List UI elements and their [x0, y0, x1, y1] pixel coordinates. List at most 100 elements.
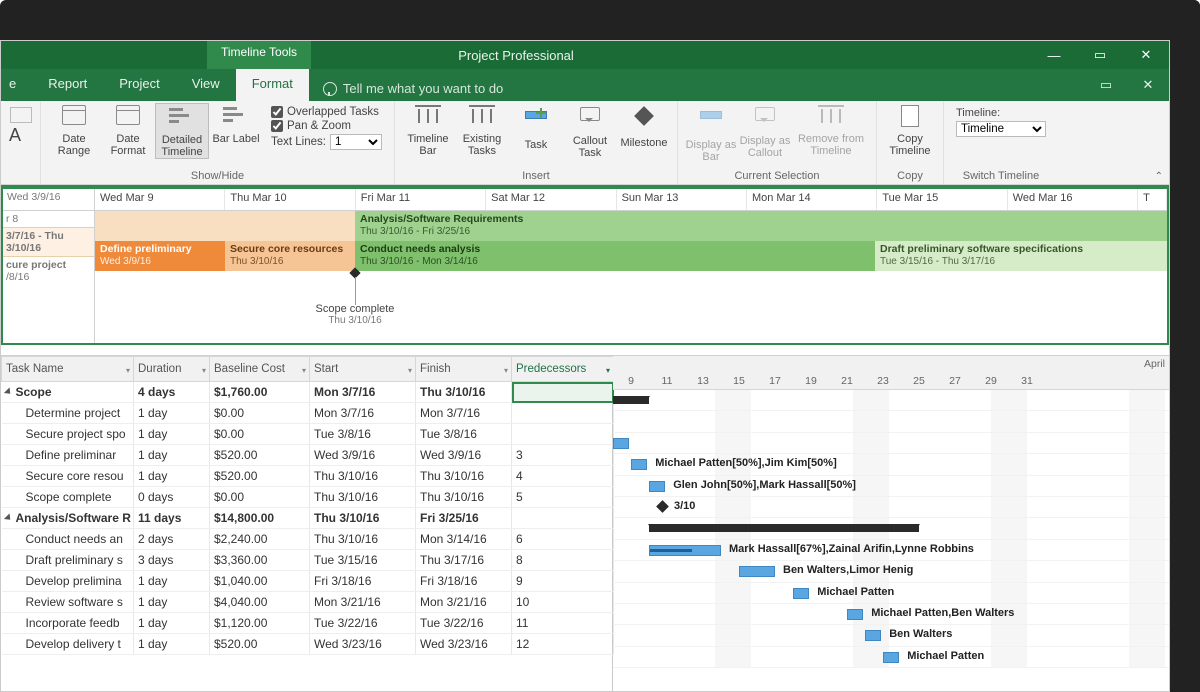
gantt-bar-label: Michael Patten[50%],Jim Kim[50%] [655, 457, 837, 469]
timeline-date-header: Wed Mar 9Thu Mar 10Fri Mar 11Sat Mar 12S… [95, 189, 1167, 211]
gantt-row[interactable] [613, 411, 1169, 432]
timeline-block-analysis[interactable]: Analysis/Software RequirementsThu 3/10/1… [355, 211, 1167, 241]
col-predecessors[interactable]: Predecessors▾ [512, 357, 614, 382]
gantt-row[interactable]: 3/10 [613, 497, 1169, 518]
table-row[interactable]: Review software s1 day$4,040.00Mon 3/21/… [2, 592, 614, 613]
table-row[interactable]: Determine project1 day$0.00Mon 3/7/16Mon… [2, 403, 614, 424]
gantt-row[interactable]: Michael Patten[50%],Jim Kim[50%] [613, 454, 1169, 475]
timeline-left-pane: Wed 3/9/16 r 8 3/7/16 - Thu 3/10/16 cure… [3, 189, 95, 343]
timeline-left-partial4: /8/16 [6, 271, 91, 283]
table-row[interactable]: Conduct needs an2 days$2,240.00Thu 3/10/… [2, 529, 614, 550]
gantt-bar-label: Michael Patten [907, 650, 984, 662]
bar-label-button[interactable]: Bar Label [209, 103, 263, 145]
gantt-row[interactable]: Glen John[50%],Mark Hassall[50%] [613, 476, 1169, 497]
copy-timeline-button[interactable]: Copy Timeline [883, 103, 937, 157]
milestone-marker-icon[interactable] [656, 500, 669, 513]
pan-zoom-checkbox[interactable]: Pan & Zoom [271, 119, 382, 133]
ribbon-group-showhide: Date Range Date Format Detailed Timeline… [41, 101, 395, 184]
col-task-name[interactable]: Task Name▾ [2, 357, 134, 382]
display-as-bar-button: Display as Bar [684, 103, 738, 163]
task-bar[interactable] [649, 545, 721, 556]
gantt-row[interactable]: Michael Patten [613, 647, 1169, 668]
window-close-button[interactable]: ✕ [1123, 41, 1169, 69]
contextual-tab-label: Timeline Tools [207, 41, 311, 69]
table-row[interactable]: Scope4 days$1,760.00Mon 3/7/16Thu 3/10/1… [2, 382, 614, 403]
overlapped-tasks-checkbox[interactable]: Overlapped Tasks [271, 105, 382, 119]
group-label-insert: Insert [401, 170, 671, 184]
gantt-row[interactable]: Ben Walters,Limor Henig [613, 561, 1169, 582]
task-button[interactable]: Task [509, 103, 563, 151]
group-label-copy: Copy [883, 170, 937, 184]
timeline-block-secure[interactable]: Secure core resourcesThu 3/10/16 [225, 241, 355, 271]
tab-project[interactable]: Project [103, 69, 175, 101]
task-bar[interactable] [883, 652, 899, 663]
task-bar[interactable] [793, 588, 809, 599]
gantt-chart[interactable]: April 91113151719212325272931 Michael Pa… [613, 356, 1169, 692]
table-row[interactable]: Analysis/Software R11 days$14,800.00Thu … [2, 508, 614, 529]
task-bar[interactable] [649, 481, 665, 492]
window-restore-button[interactable]: ▭ [1077, 41, 1123, 69]
tab-view[interactable]: View [176, 69, 236, 101]
table-row[interactable]: Scope complete0 days$0.00Thu 3/10/16Thu … [2, 487, 614, 508]
doc-restore-button[interactable]: ▭ [1085, 69, 1127, 101]
timeline-left-partial3: cure project [6, 259, 66, 271]
lightbulb-icon [323, 82, 337, 96]
date-format-button[interactable]: Date Format [101, 103, 155, 157]
timeline-selector-label: Timeline: [956, 107, 1046, 119]
ribbon-group-copy: Copy Timeline Copy [877, 101, 944, 184]
font-swatch-icon[interactable] [10, 107, 32, 123]
timeline-block-conduct[interactable]: Conduct needs analysisThu 3/10/16 - Mon … [355, 241, 875, 271]
timeline-selector[interactable]: Timeline [956, 121, 1046, 137]
timeline-bar-button[interactable]: Timeline Bar [401, 103, 455, 157]
gantt-row[interactable] [613, 390, 1169, 411]
tell-me-label: Tell me what you want to do [343, 81, 503, 96]
table-row[interactable]: Secure project spo1 day$0.00Tue 3/8/16Tu… [2, 424, 614, 445]
gantt-row[interactable]: Michael Patten,Ben Walters [613, 604, 1169, 625]
callout-task-button[interactable]: Callout Task [563, 103, 617, 159]
date-range-button[interactable]: Date Range [47, 103, 101, 157]
gantt-row[interactable] [613, 518, 1169, 539]
window-minimize-button[interactable]: — [1031, 41, 1077, 69]
text-lines-select[interactable]: 1 [330, 134, 382, 150]
table-row[interactable]: Secure core resou1 day$520.00Thu 3/10/16… [2, 466, 614, 487]
col-start[interactable]: Start▾ [310, 357, 416, 382]
group-label-showhide: Show/Hide [47, 170, 388, 184]
task-bar[interactable] [631, 459, 647, 470]
ribbon-collapse-icon[interactable]: ⌃ [1155, 171, 1163, 182]
gantt-timescale: April 91113151719212325272931 [613, 356, 1169, 390]
col-baseline-cost[interactable]: Baseline Cost▾ [210, 357, 310, 382]
timeline-block-draft[interactable]: Draft preliminary software specification… [875, 241, 1167, 271]
summary-bar[interactable] [649, 524, 919, 532]
gantt-row[interactable] [613, 433, 1169, 454]
task-grid[interactable]: Task Name▾ Duration▾ Baseline Cost▾ Star… [1, 356, 613, 692]
table-row[interactable]: Define preliminar1 day$520.00Wed 3/9/16W… [2, 445, 614, 466]
font-size-button[interactable]: A [3, 125, 38, 146]
gantt-row[interactable]: Mark Hassall[67%],Zainal Arifin,Lynne Ro… [613, 540, 1169, 561]
table-row[interactable]: Develop delivery t1 day$520.00Wed 3/23/1… [2, 634, 614, 655]
task-bar[interactable] [613, 438, 629, 449]
doc-close-button[interactable]: ✕ [1127, 69, 1169, 101]
table-row[interactable]: Develop prelimina1 day$1,040.00Fri 3/18/… [2, 571, 614, 592]
app-title: Project Professional [1, 48, 1031, 63]
tab-partial[interactable]: e [9, 69, 32, 101]
existing-tasks-button[interactable]: Existing Tasks [455, 103, 509, 157]
table-row[interactable]: Incorporate feedb1 day$1,120.00Tue 3/22/… [2, 613, 614, 634]
task-bar[interactable] [739, 566, 775, 577]
summary-bar[interactable] [613, 396, 649, 404]
detailed-timeline-button[interactable]: Detailed Timeline [155, 103, 209, 159]
tab-format[interactable]: Format [236, 69, 309, 101]
timeline-left-date: Wed 3/9/16 [3, 189, 94, 211]
col-duration[interactable]: Duration▾ [134, 357, 210, 382]
task-bar[interactable] [847, 609, 863, 620]
tell-me-search[interactable]: Tell me what you want to do [309, 69, 517, 101]
task-bar[interactable] [865, 630, 881, 641]
col-finish[interactable]: Finish▾ [416, 357, 512, 382]
timeline-block-define[interactable]: Define preliminaryWed 3/9/16 [95, 241, 225, 271]
gantt-row[interactable]: Ben Walters [613, 625, 1169, 646]
table-row[interactable]: Draft preliminary s3 days$3,360.00Tue 3/… [2, 550, 614, 571]
milestone-button[interactable]: Milestone [617, 103, 671, 149]
timeline-view[interactable]: Wed 3/9/16 r 8 3/7/16 - Thu 3/10/16 cure… [1, 185, 1169, 345]
tab-report[interactable]: Report [32, 69, 103, 101]
display-as-callout-button: Display as Callout [738, 103, 792, 159]
gantt-row[interactable]: Michael Patten [613, 583, 1169, 604]
